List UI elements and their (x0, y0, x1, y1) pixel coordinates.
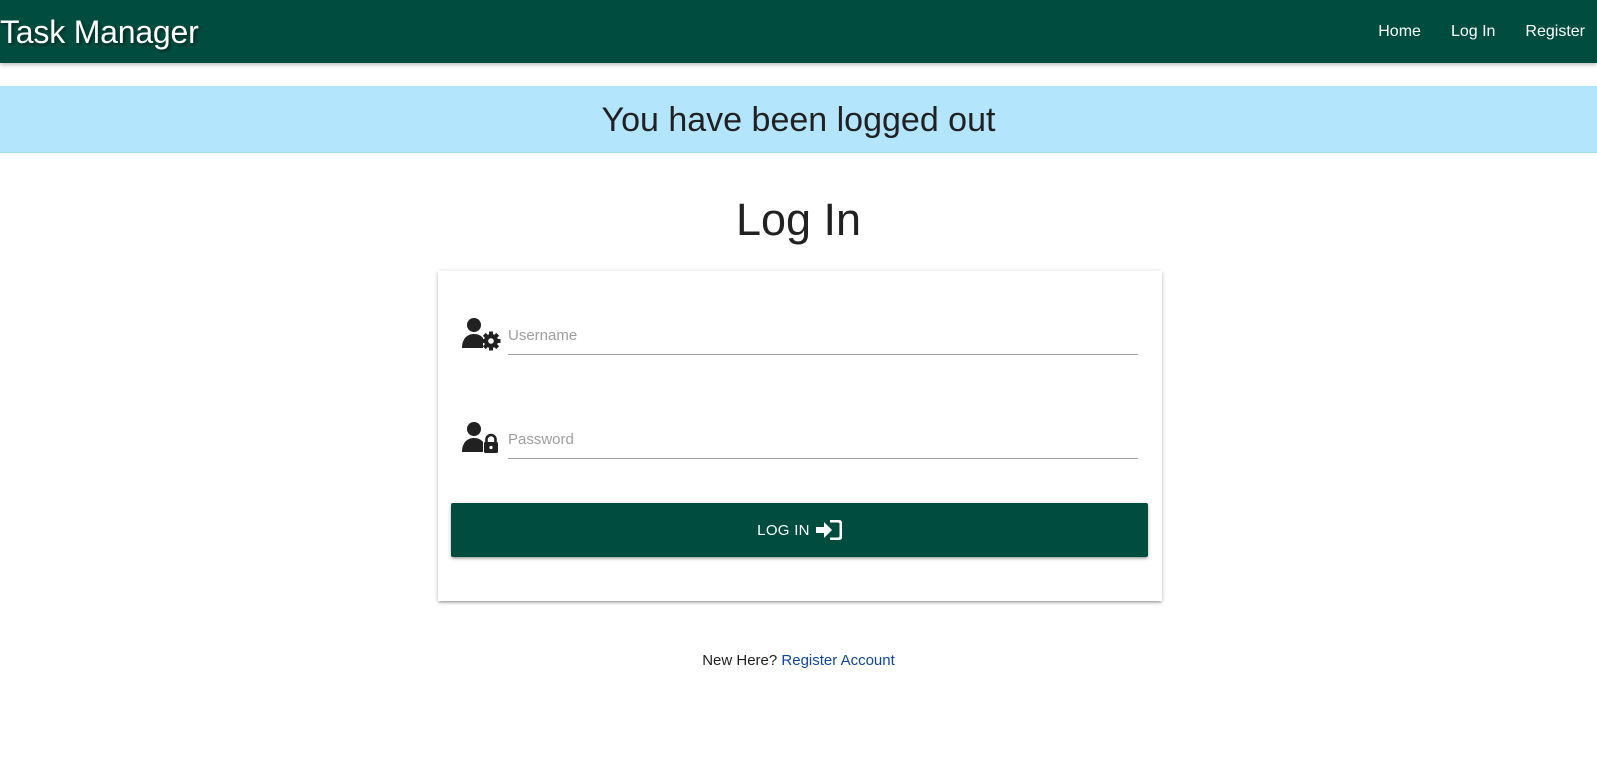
username-input[interactable] (508, 316, 1138, 355)
login-card: LOG IN (438, 271, 1162, 601)
password-input[interactable] (508, 420, 1138, 459)
top-navbar: Task Manager Home Log In Register (0, 0, 1597, 63)
username-field-group (462, 316, 1138, 366)
user-lock-icon (462, 420, 502, 456)
flash-message-banner: You have been logged out (0, 86, 1597, 153)
nav-link-register[interactable]: Register (1507, 0, 1597, 63)
register-prompt-text: New Here? (702, 652, 778, 669)
sign-in-icon (815, 519, 843, 541)
login-submit-button[interactable]: LOG IN (451, 503, 1148, 557)
nav-link-login[interactable]: Log In (1433, 0, 1507, 63)
nav-links: Home Log In Register (1360, 0, 1597, 63)
register-account-link[interactable]: Register Account (781, 652, 894, 669)
user-gear-icon (462, 316, 502, 352)
nav-link-home[interactable]: Home (1360, 0, 1433, 63)
password-field-group (462, 420, 1138, 470)
register-prompt: New Here? Register Account (0, 652, 1597, 669)
flash-message-text: You have been logged out (601, 101, 996, 139)
page-title: Log In (735, 194, 862, 245)
brand-logo-link[interactable]: Task Manager (0, 12, 199, 52)
login-button-label: LOG IN (757, 521, 810, 539)
